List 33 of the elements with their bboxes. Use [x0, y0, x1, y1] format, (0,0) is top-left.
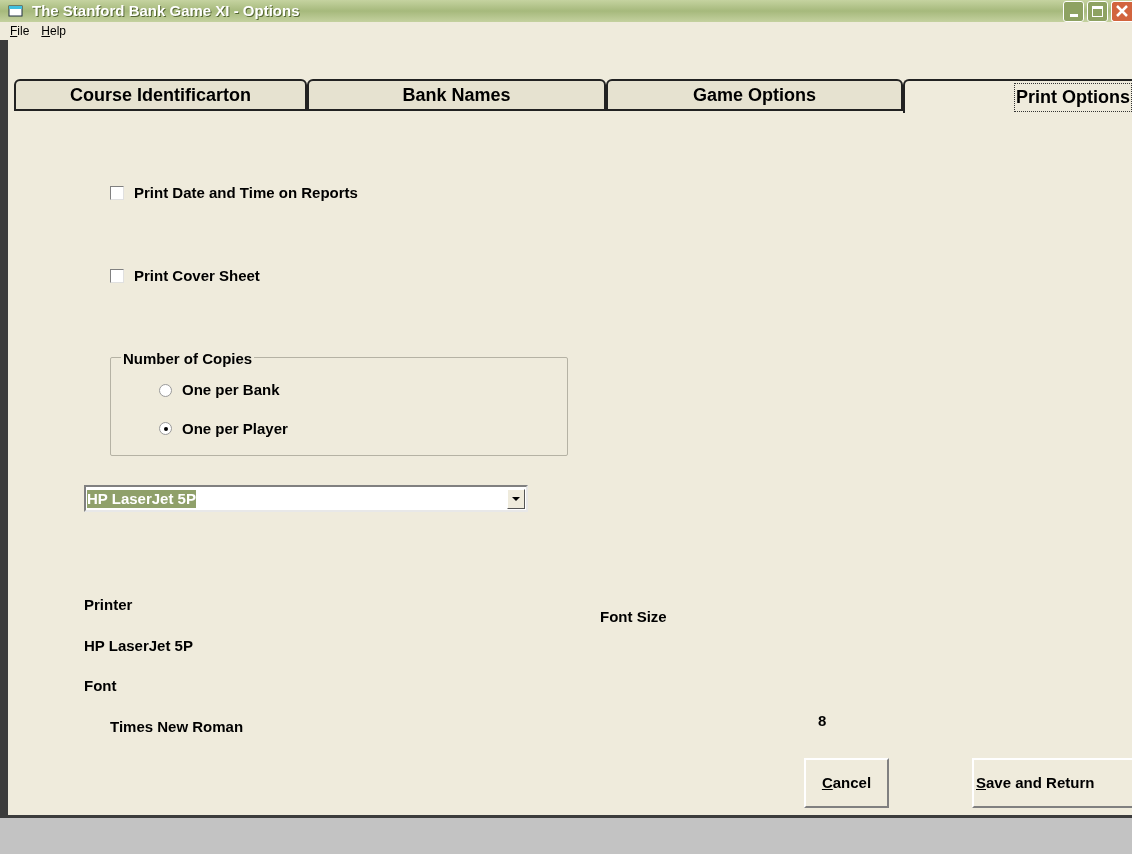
maximize-button[interactable]: [1087, 0, 1108, 22]
tab[interactable]: Bank Names: [307, 79, 606, 111]
font-label: Font: [84, 676, 118, 696]
menu-item[interactable]: Help: [41, 22, 67, 40]
checkbox[interactable]: [110, 268, 124, 283]
checkbox-label: Print Cover Sheet: [134, 265, 260, 286]
dropdown-arrow-button[interactable]: [507, 488, 525, 509]
window-title: The Stanford Bank Game XI - Options: [32, 0, 300, 21]
tab[interactable]: Print Options: [903, 79, 1132, 113]
close-button[interactable]: [1111, 0, 1132, 22]
font-name: Times New Roman: [109, 716, 245, 737]
window-icon: [8, 4, 24, 18]
tab[interactable]: Game Options: [606, 79, 903, 111]
cancel-button[interactable]: Cancel: [804, 758, 889, 808]
tab[interactable]: Course Identificarton: [14, 79, 307, 111]
radio-label: One per Player: [182, 418, 288, 439]
menu-item[interactable]: File: [10, 22, 30, 40]
font-size-value: 8: [817, 710, 828, 731]
radio-button[interactable]: [159, 383, 172, 397]
minimize-button[interactable]: [1063, 0, 1084, 22]
checkbox[interactable]: [110, 186, 124, 201]
printer-name: HP LaserJet 5P: [84, 635, 194, 656]
font-size-label: Font Size: [600, 607, 668, 627]
radio-label: One per Bank: [182, 380, 280, 400]
radio-button[interactable]: [159, 422, 172, 436]
printer-label: Printer: [84, 595, 134, 615]
caret-icon: [512, 496, 520, 501]
minimize-icon: [1069, 13, 1078, 17]
close-icon: [1116, 5, 1128, 17]
dropdown-value: HP LaserJet 5P: [87, 489, 196, 508]
checkbox-label: Print Date and Time on Reports: [134, 183, 358, 203]
maximize-icon: [1092, 5, 1103, 17]
save-button[interactable]: Save and Return: [972, 758, 1132, 808]
